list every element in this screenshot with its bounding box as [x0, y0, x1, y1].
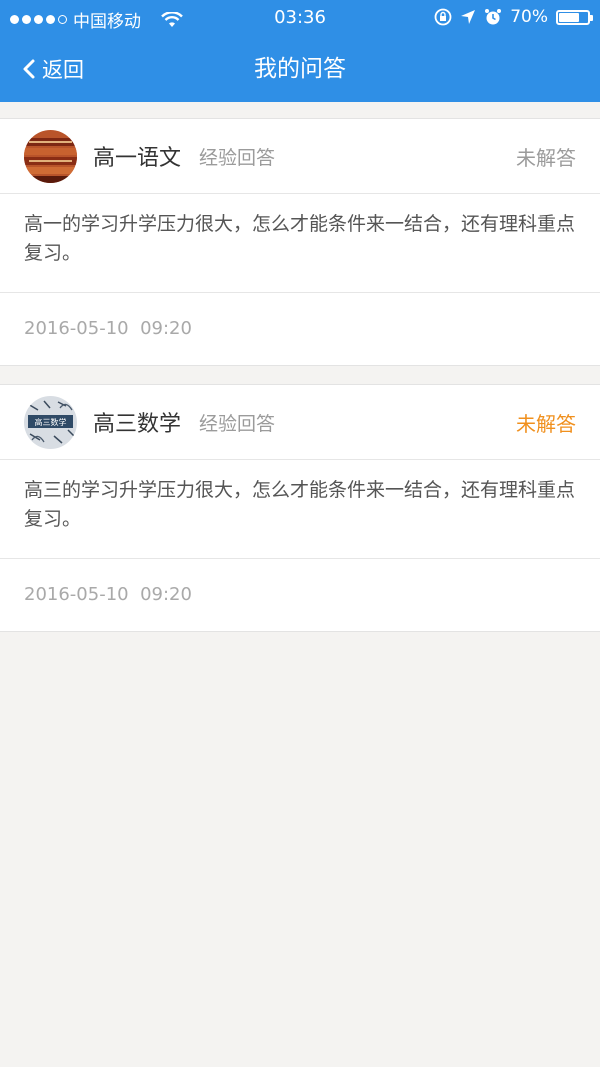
question-date: 2016-05-10	[24, 584, 129, 605]
orientation-lock-icon	[434, 8, 452, 26]
location-icon	[461, 10, 476, 24]
avatar-caption: 高三数学	[35, 417, 67, 427]
question-time: 09:20	[140, 584, 192, 605]
battery-percent: 70%	[510, 7, 548, 27]
subject-label: 高三数学	[93, 412, 182, 437]
books-image	[24, 129, 77, 183]
subject-label: 高一语文	[93, 146, 182, 171]
question-timestamp: 2016-05-10 09:20	[0, 559, 600, 631]
question-card[interactable]: 高三数学 高三数学 经验回答 未解答 高三的学习升学压力很大，怎么才能条件来一结…	[0, 384, 600, 632]
status-badge: 未解答	[516, 411, 576, 436]
question-list: 高一语文 经验回答 未解答 高一的学习升学压力很大，怎么才能条件来一结合，还有理…	[0, 118, 600, 650]
battery-icon	[556, 9, 593, 25]
question-timestamp: 2016-05-10 09:20	[0, 293, 600, 365]
page-title: 我的问答	[254, 56, 346, 82]
math-cover-image: 高三数学	[24, 395, 77, 449]
navigation-bar: 返回 我的问答	[0, 36, 600, 102]
question-card[interactable]: 高一语文 经验回答 未解答 高一的学习升学压力很大，怎么才能条件来一结合，还有理…	[0, 118, 600, 366]
avatar	[24, 129, 77, 183]
status-badge: 未解答	[516, 145, 576, 170]
question-time: 09:20	[140, 318, 192, 339]
question-card-header: 高三数学 高三数学 经验回答 未解答	[0, 385, 600, 460]
alarm-icon	[485, 9, 502, 25]
question-date: 2016-05-10	[24, 318, 129, 339]
question-text: 高一的学习升学压力很大，怎么才能条件来一结合，还有理科重点复习。	[0, 194, 600, 293]
question-type-tag: 经验回答	[199, 146, 276, 169]
status-right-group: 70%	[434, 7, 593, 27]
avatar: 高三数学	[24, 395, 77, 449]
question-type-tag: 经验回答	[199, 412, 276, 435]
question-text: 高三的学习升学压力很大，怎么才能条件来一结合，还有理科重点复习。	[0, 460, 600, 559]
question-card-header: 高一语文 经验回答 未解答	[0, 119, 600, 194]
status-bar: 中国移动 03:36 70%	[0, 0, 600, 36]
